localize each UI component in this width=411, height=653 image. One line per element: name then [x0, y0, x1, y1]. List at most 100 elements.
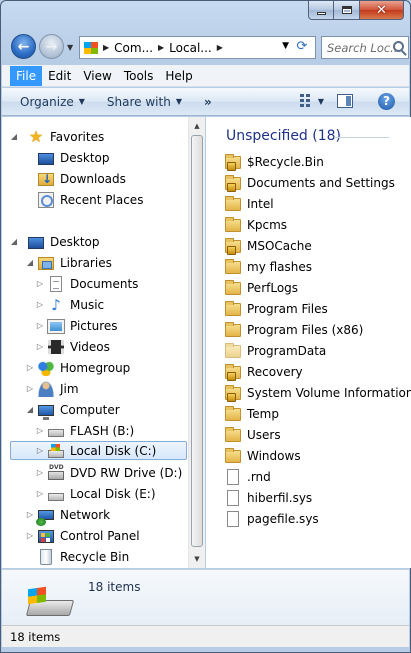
menu-edit[interactable]: Edit: [42, 66, 77, 86]
tree-item-label: Desktop: [50, 234, 100, 249]
menu-file[interactable]: File: [10, 65, 43, 86]
item-name: Recovery: [247, 364, 303, 379]
expand-icon[interactable]: ▷: [26, 384, 34, 393]
list-item[interactable]: MSOCache: [225, 236, 312, 255]
breadcrumb-computer[interactable]: Com...: [111, 41, 156, 55]
collapse-icon[interactable]: ◢: [26, 258, 34, 267]
navigation-pane-scrollbar[interactable]: ▲ ▼: [188, 117, 205, 568]
more-commands-button[interactable]: »: [204, 95, 212, 109]
list-item[interactable]: Kpcms: [225, 215, 287, 234]
item-name: Intel: [247, 196, 274, 211]
address-bar[interactable]: ▶ Com... ▶ Local... ▶ ▼ ⟳: [79, 36, 316, 59]
folder-icon: [225, 217, 241, 232]
view-options-dropdown[interactable]: ▼: [318, 97, 324, 106]
list-item[interactable]: Program Files (x86): [225, 320, 363, 339]
expand-icon[interactable]: ▷: [36, 426, 44, 435]
tree-item-documents[interactable]: ▷ Documents: [37, 274, 138, 293]
collapse-icon[interactable]: ◢: [26, 405, 34, 414]
preview-pane-icon[interactable]: [337, 94, 353, 108]
collapse-icon[interactable]: ◢: [10, 237, 18, 246]
list-item[interactable]: Documents and Settings: [225, 173, 395, 192]
tree-item-recycle-bin[interactable]: Recycle Bin: [38, 547, 129, 566]
help-icon[interactable]: ?: [378, 93, 395, 110]
expand-icon[interactable]: ▷: [36, 489, 44, 498]
tree-item-favorites[interactable]: ◢ ★ Favorites: [11, 127, 104, 146]
tree-item-local-disk-e[interactable]: ▷ Local Disk (E:): [37, 484, 156, 503]
tree-item-computer[interactable]: ◢ Computer: [27, 400, 120, 420]
list-item[interactable]: $Recycle.Bin: [225, 152, 324, 171]
refresh-icon[interactable]: ⟳: [292, 39, 312, 56]
search-input[interactable]: Search Loc...: [321, 36, 409, 59]
maximize-icon: [341, 6, 352, 14]
tree-item-desktop[interactable]: ◢ Desktop: [11, 232, 100, 251]
drive-icon: [84, 41, 98, 54]
close-button[interactable]: ✕: [360, 1, 404, 20]
list-item[interactable]: System Volume Information: [225, 383, 411, 402]
tree-item-local-disk-c[interactable]: ▷ Local Disk (C:): [10, 441, 187, 460]
tree-item-homegroup[interactable]: ▷ Homegroup: [27, 358, 130, 377]
scroll-up-icon[interactable]: ▲: [189, 118, 205, 134]
minimize-button[interactable]: [308, 1, 334, 20]
expand-icon[interactable]: ▷: [36, 279, 44, 288]
list-item[interactable]: .rnd: [225, 467, 271, 486]
group-header[interactable]: Unspecified (18): [226, 128, 341, 144]
tree-item-music[interactable]: ▷ ♪ Music: [37, 295, 104, 314]
libraries-icon: [38, 257, 54, 270]
forward-button[interactable]: →: [39, 34, 64, 59]
tree-item-label: Local Disk (C:): [70, 443, 157, 458]
expand-icon[interactable]: ▷: [36, 300, 44, 309]
organize-button[interactable]: Organize ▼: [20, 95, 85, 109]
navigation-pane: ◢ ★ Favorites Desktop Downloads Recent P…: [2, 117, 188, 568]
item-name: $Recycle.Bin: [247, 154, 324, 169]
scrollbar-thumb[interactable]: [191, 135, 203, 547]
tree-item-desktop-favorite[interactable]: Desktop: [38, 148, 110, 167]
breadcrumb-separator[interactable]: ▶: [215, 43, 225, 52]
search-icon: [393, 41, 404, 52]
local-disk-large-icon: [24, 586, 75, 616]
address-dropdown-icon[interactable]: ▼: [282, 41, 289, 51]
breadcrumb-separator[interactable]: ▶: [101, 43, 111, 52]
expand-icon[interactable]: ▷: [36, 342, 44, 351]
tree-item-pictures[interactable]: ▷ Pictures: [37, 316, 118, 335]
expand-icon[interactable]: ▷: [26, 531, 34, 540]
back-button[interactable]: ←: [11, 34, 36, 59]
expand-icon[interactable]: ▷: [36, 446, 44, 455]
menu-tools[interactable]: Tools: [118, 66, 160, 86]
menu-help[interactable]: Help: [159, 66, 198, 86]
list-item[interactable]: Recovery: [225, 362, 303, 381]
maximize-button[interactable]: [334, 1, 360, 20]
list-item[interactable]: Intel: [225, 194, 274, 213]
tree-item-recent-places[interactable]: Recent Places: [38, 190, 143, 209]
tree-item-libraries[interactable]: ◢ Libraries: [27, 253, 112, 272]
tree-item-downloads[interactable]: Downloads: [38, 169, 126, 188]
list-item[interactable]: pagefile.sys: [225, 509, 319, 528]
expand-icon[interactable]: ▷: [36, 468, 44, 477]
menu-view[interactable]: View: [77, 66, 117, 86]
collapse-icon[interactable]: ◢: [10, 132, 18, 141]
list-item[interactable]: PerfLogs: [225, 278, 298, 297]
list-item[interactable]: Windows: [225, 446, 301, 465]
list-item[interactable]: my flashes: [225, 257, 312, 276]
tree-item-network[interactable]: ▷ Network: [27, 505, 110, 526]
expand-icon[interactable]: ▷: [26, 363, 34, 372]
share-with-button[interactable]: Share with ▼: [107, 95, 182, 109]
expand-icon[interactable]: ▷: [26, 510, 34, 519]
list-item[interactable]: Temp: [225, 404, 279, 423]
list-item[interactable]: Users: [225, 425, 281, 444]
list-item[interactable]: hiberfil.sys: [225, 488, 312, 507]
tree-item-dvd-d[interactable]: ▷ DVD RW Drive (D:): [37, 463, 182, 482]
tree-item-flash-b[interactable]: ▷ FLASH (B:): [37, 421, 134, 440]
tree-item-control-panel[interactable]: ▷ Control Panel: [27, 526, 140, 545]
list-item[interactable]: Program Files: [225, 299, 328, 318]
breadcrumb-local-disk[interactable]: Local...: [166, 41, 215, 55]
change-view-icon[interactable]: [300, 94, 314, 108]
expand-icon[interactable]: ▷: [36, 321, 44, 330]
item-name: MSOCache: [247, 238, 312, 253]
list-item[interactable]: ProgramData: [225, 341, 326, 360]
breadcrumb-separator[interactable]: ▶: [156, 43, 166, 52]
tree-item-videos[interactable]: ▷ Videos: [37, 337, 110, 356]
tree-item-jim[interactable]: ▷ Jim: [27, 379, 79, 398]
scroll-down-icon[interactable]: ▼: [189, 551, 205, 567]
recent-pages-dropdown[interactable]: ▼: [67, 43, 73, 52]
tree-item-label: Pictures: [70, 318, 118, 333]
